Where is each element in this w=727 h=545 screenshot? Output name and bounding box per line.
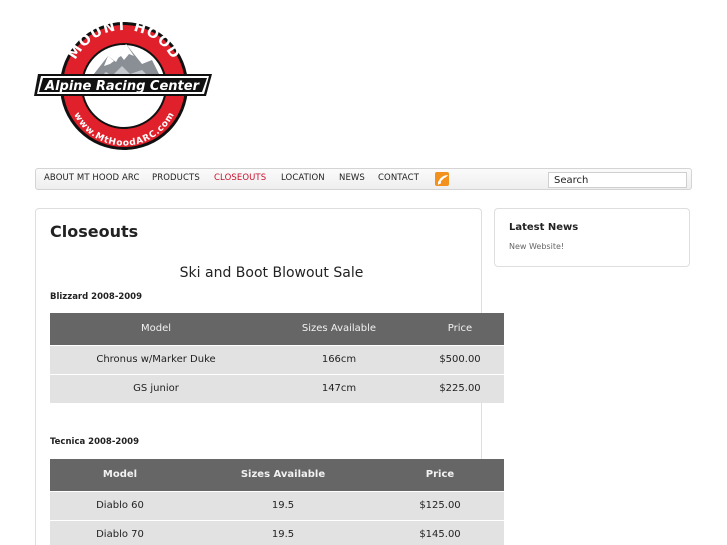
cell-size: 166cm bbox=[262, 344, 416, 374]
cell-model: Diablo 60 bbox=[50, 490, 190, 520]
cell-size: 147cm bbox=[262, 373, 416, 403]
rss-icon[interactable] bbox=[435, 172, 449, 186]
cell-model: Diablo 70 bbox=[50, 519, 190, 545]
table-row: Diablo 70 19.5 $145.00 bbox=[50, 519, 504, 545]
cell-price: $225.00 bbox=[416, 373, 504, 403]
section-label-tecnica: Tecnica 2008-2009 bbox=[50, 437, 140, 447]
cell-price: $145.00 bbox=[376, 519, 504, 545]
table-row: GS junior 147cm $225.00 bbox=[50, 373, 504, 403]
latest-news-widget: Latest News New Website! bbox=[494, 208, 690, 267]
page-title: Closeouts bbox=[50, 222, 139, 241]
col-header-sizes: Sizes Available bbox=[262, 313, 416, 345]
col-header-model: Model bbox=[50, 459, 190, 491]
mount-hood-logo-graphic: MOUNT HOOD www.MtHoodARC.com Alpine Raci… bbox=[34, 18, 212, 150]
cell-price: $500.00 bbox=[416, 344, 504, 374]
sale-heading-text: Ski and Boot Blowout Sale bbox=[179, 265, 364, 281]
nav-item-closeouts[interactable]: CLOSEOUTS bbox=[214, 173, 266, 183]
nav-item-contact[interactable]: CONTACT bbox=[378, 173, 419, 183]
cell-model: GS junior bbox=[50, 373, 262, 403]
logo-banner-text: Alpine Racing Center bbox=[44, 79, 201, 94]
col-header-sizes: Sizes Available bbox=[190, 459, 376, 491]
section-label-blizzard: Blizzard 2008-2009 bbox=[50, 292, 143, 302]
nav-item-about[interactable]: ABOUT MT HOOD ARC bbox=[44, 173, 139, 183]
cell-size: 19.5 bbox=[190, 490, 376, 520]
table-row: Chronus w/Marker Duke 166cm $500.00 bbox=[50, 344, 504, 374]
cell-model: Chronus w/Marker Duke bbox=[50, 344, 262, 374]
col-header-model: Model bbox=[50, 313, 262, 345]
col-header-price: Price bbox=[416, 313, 504, 345]
table-header-row: Model Sizes Available Price bbox=[50, 313, 504, 345]
tecnica-table: Model Sizes Available Price Diablo 60 19… bbox=[50, 459, 504, 545]
nav-item-products[interactable]: PRODUCTS bbox=[152, 173, 200, 183]
site-logo[interactable]: MOUNT HOOD www.MtHoodARC.com Alpine Raci… bbox=[34, 14, 214, 154]
blizzard-table: Model Sizes Available Price Chronus w/Ma… bbox=[50, 313, 504, 403]
table-header-row: Model Sizes Available Price bbox=[50, 459, 504, 491]
news-link-new-website[interactable]: New Website! bbox=[509, 242, 564, 251]
cell-size: 19.5 bbox=[190, 519, 376, 545]
sale-heading: Ski and Boot Blowout Sale bbox=[36, 265, 483, 281]
nav-item-news[interactable]: NEWS bbox=[339, 173, 365, 183]
main-nav: ABOUT MT HOOD ARC PRODUCTS CLOSEOUTS LOC… bbox=[35, 168, 692, 190]
cell-price: $125.00 bbox=[376, 490, 504, 520]
latest-news-title: Latest News bbox=[509, 222, 579, 233]
nav-item-location[interactable]: LOCATION bbox=[281, 173, 325, 183]
page: MOUNT HOOD www.MtHoodARC.com Alpine Raci… bbox=[0, 0, 727, 545]
search-input[interactable] bbox=[548, 172, 687, 188]
col-header-price: Price bbox=[376, 459, 504, 491]
table-row: Diablo 60 19.5 $125.00 bbox=[50, 490, 504, 520]
